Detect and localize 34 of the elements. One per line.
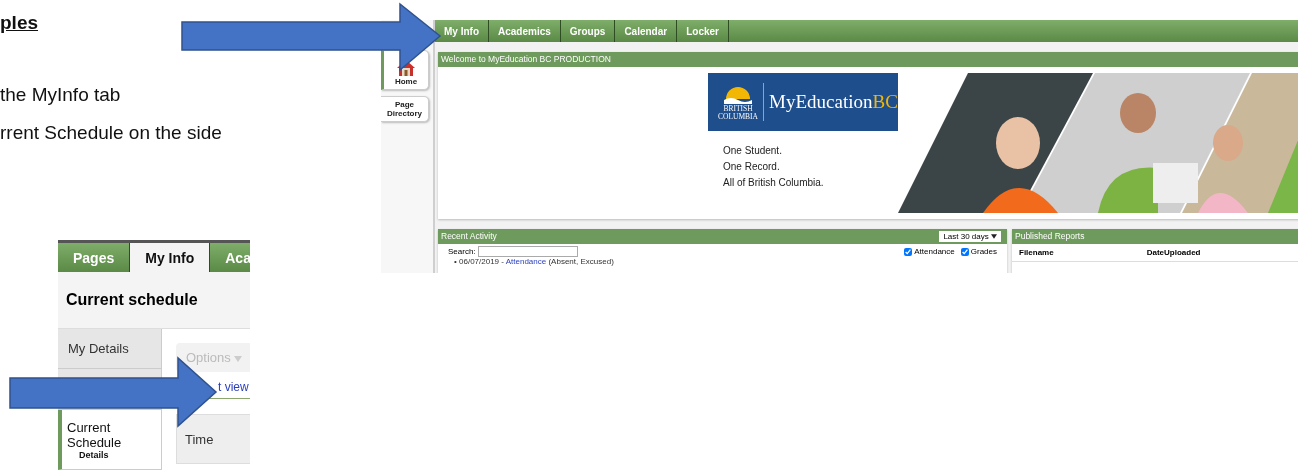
- nav-tab[interactable]: Locker: [677, 20, 729, 42]
- checkbox[interactable]: [960, 247, 969, 256]
- column-header: Time: [176, 414, 250, 464]
- tagline-text: One Record.: [723, 160, 781, 174]
- checkbox-label: Grades: [970, 247, 997, 256]
- sidebar-item[interactable]: My Details: [58, 329, 162, 369]
- column-header: Filename: [1019, 248, 1054, 257]
- instruction-text: the MyInfo tab: [0, 83, 122, 107]
- view-link[interactable]: t view: [218, 380, 249, 394]
- search-label: Search:: [448, 247, 476, 256]
- tagline-text: One Student.: [723, 144, 783, 158]
- panel-title: Welcome to MyEducation BC PRODUCTION: [438, 52, 1298, 67]
- nav-tab[interactable]: Pages: [58, 243, 131, 272]
- instruction-text: rrent Schedule on the side: [0, 121, 222, 145]
- column-header: DateUploaded: [1146, 248, 1201, 257]
- page-directory-button[interactable]: Page Directory: [381, 96, 429, 122]
- caret-icon: [991, 234, 997, 239]
- sidebar-item[interactable]: Current Schedule Details: [58, 410, 162, 470]
- nav-tab[interactable]: Academics: [489, 20, 561, 42]
- nav-tab[interactable]: Groups: [560, 20, 616, 42]
- panel-title: Published Reports: [1012, 229, 1298, 244]
- checkbox[interactable]: [904, 247, 913, 256]
- page-title: Current schedule: [66, 291, 198, 309]
- caret-icon: [234, 356, 243, 362]
- section-heading: ples: [0, 12, 40, 34]
- nav-tab[interactable]: My Info: [130, 243, 211, 272]
- activity-item: • 06/07/2019 - Attendance (Absent, Excused): [454, 257, 615, 266]
- search-field[interactable]: [477, 246, 578, 257]
- checkbox-label: Attendance: [914, 247, 955, 256]
- panel-title: Recent Activity: [441, 230, 497, 243]
- tagline-text: All of British Columbia.: [723, 176, 825, 190]
- range-dropdown[interactable]: Last 30 days: [939, 231, 1001, 242]
- nav-tab[interactable]: Calendar: [615, 20, 678, 42]
- wordmark-text: MyEducationBC: [769, 91, 898, 113]
